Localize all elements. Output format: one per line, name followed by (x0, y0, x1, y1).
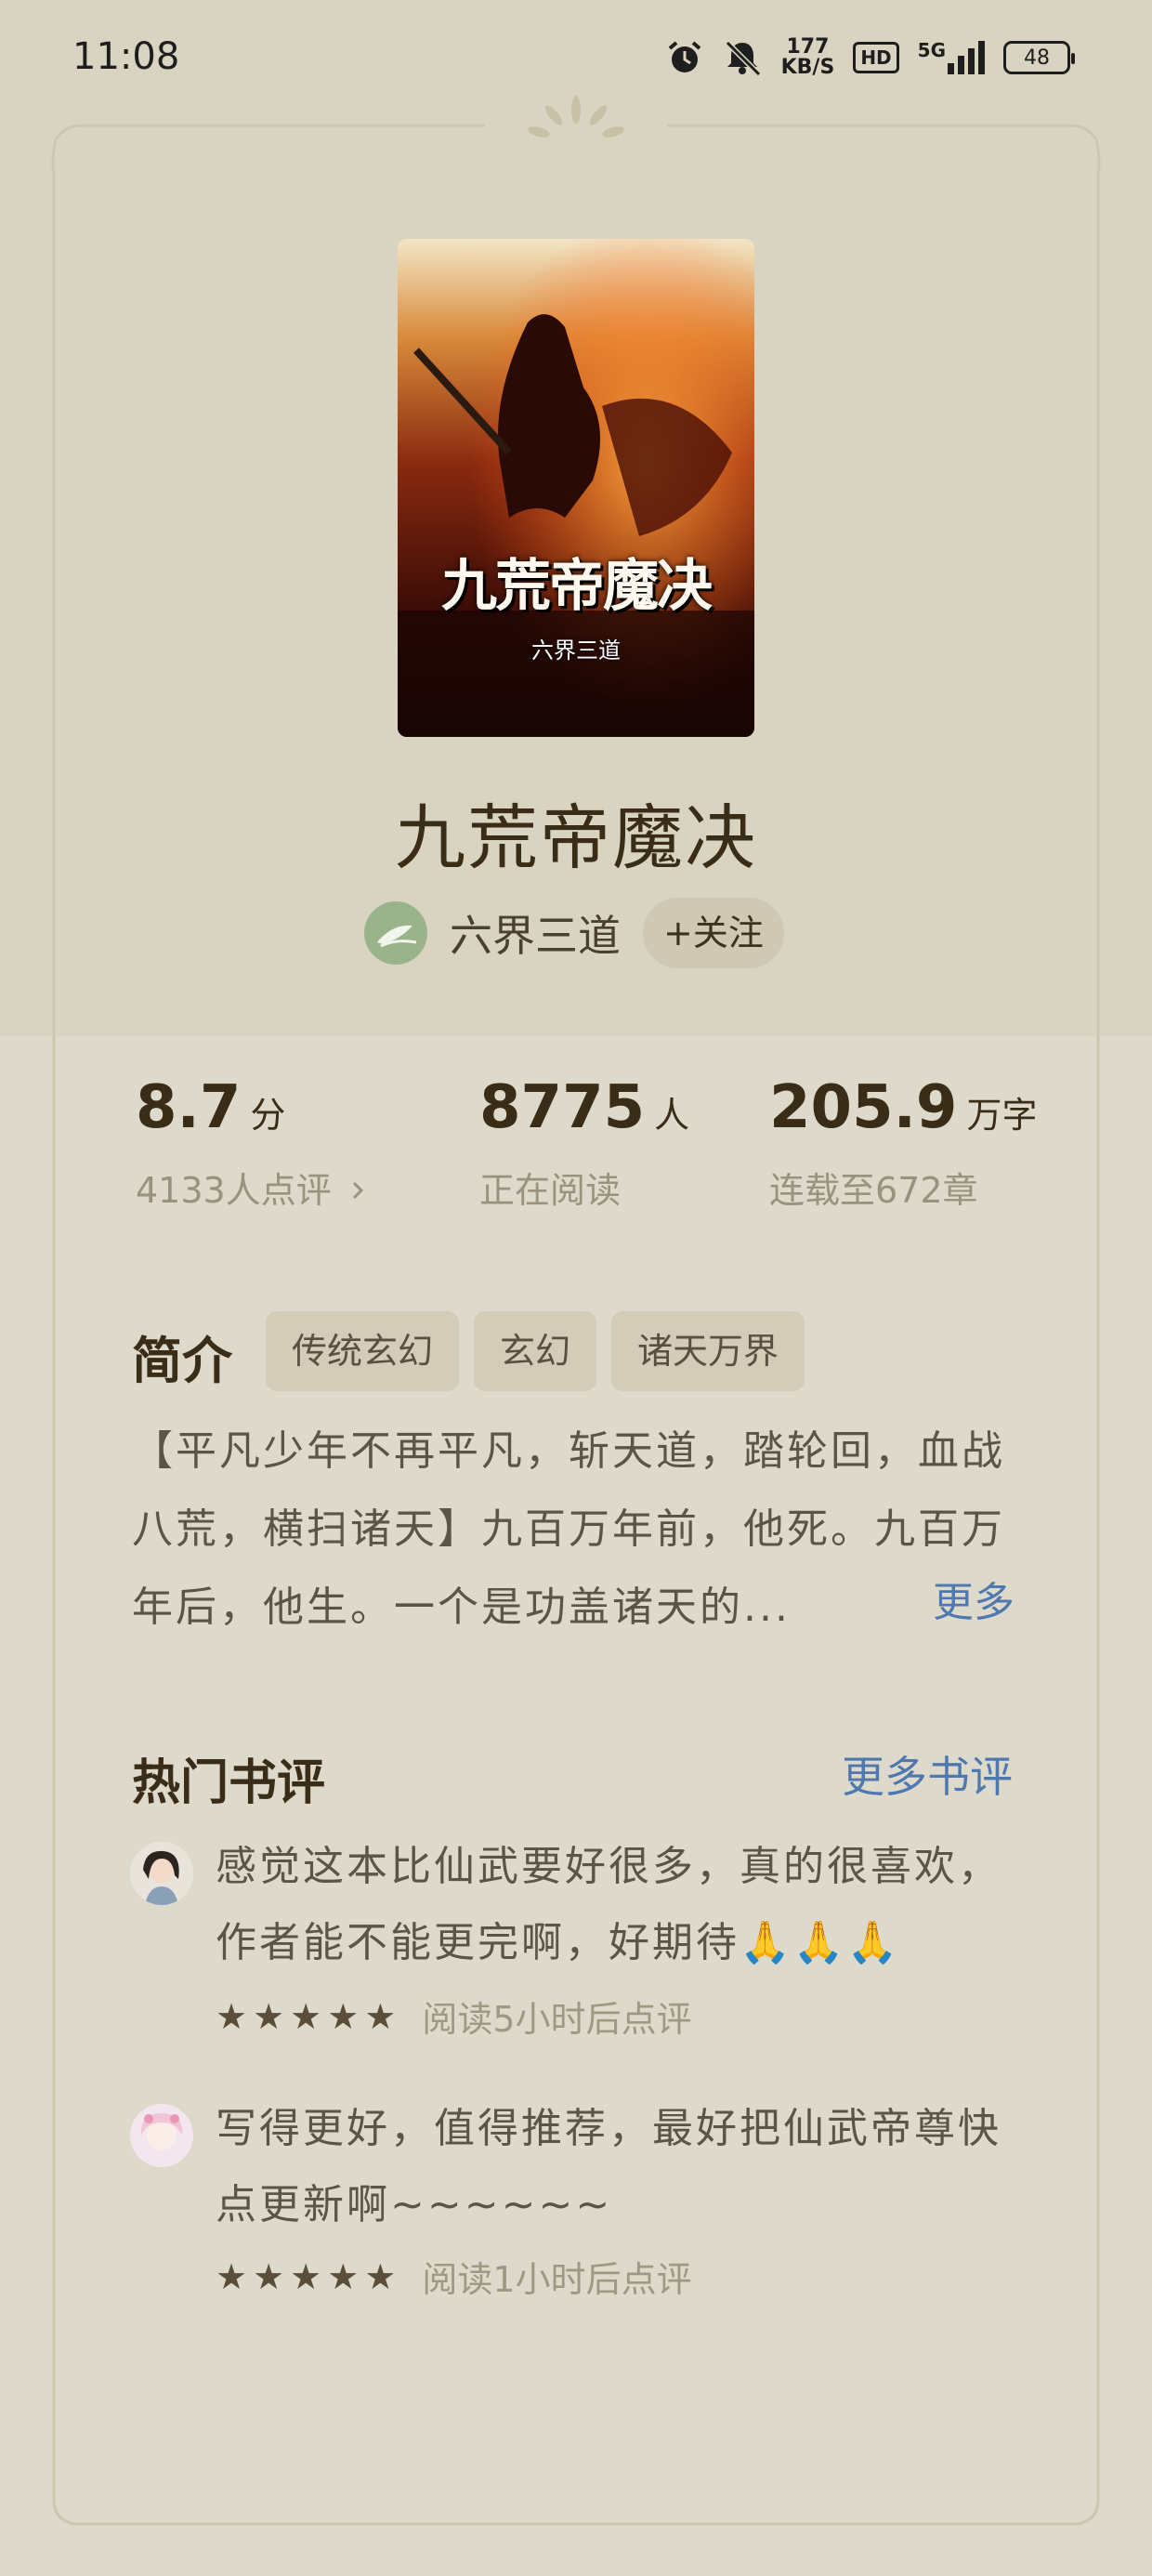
review-time: 阅读1小时后点评 (422, 2259, 692, 2300)
star-icon: ★ (253, 1995, 285, 2037)
cover-author: 六界三道 (531, 637, 621, 664)
star-icon: ★ (327, 1995, 360, 2037)
chevron-right-icon (352, 1181, 363, 1200)
tag-fantasy[interactable]: 玄幻 (474, 1311, 597, 1391)
rating-count-link[interactable]: 4133人点评 (136, 1162, 367, 1213)
review-rating: ★ ★ ★ ★ ★ (216, 2256, 396, 2297)
reviewer-avatar[interactable] (130, 1842, 193, 1905)
intro-more-link[interactable]: 更多 (933, 1569, 1015, 1628)
reviewer-avatar[interactable] (130, 2104, 193, 2167)
star-icon: ★ (216, 1995, 248, 2037)
review-meta: ★ ★ ★ ★ ★ 阅读5小时后点评 (216, 1991, 692, 2042)
star-icon: ★ (290, 2255, 322, 2297)
readers-label: 正在阅读 (479, 1170, 622, 1211)
tag-multiverse[interactable]: 诸天万界 (611, 1311, 805, 1391)
follow-button[interactable]: +关注 (643, 898, 784, 968)
cover-title: 九荒帝魔决 (441, 554, 713, 619)
book-cover[interactable]: 九荒帝魔决 六界三道 (398, 239, 754, 737)
sun-ornament-icon (528, 96, 624, 138)
hot-reviews-title: 热门书评 (132, 1755, 326, 1811)
girl-avatar-icon (130, 1842, 193, 1905)
star-icon: ★ (253, 2255, 285, 2297)
intro-text: 【平凡少年不再平凡，斩天道，踏轮回，血战八荒，横扫诸天】九百万年前，他死。九百万… (132, 1427, 1005, 1631)
star-icon: ★ (364, 2255, 397, 2297)
author-name[interactable]: 六界三道 (450, 902, 621, 964)
book-title: 九荒帝魔决 (395, 796, 757, 879)
review-rating: ★ ★ ★ ★ ★ (216, 1996, 396, 2037)
leaf-avatar-icon (364, 901, 427, 965)
genre-tags: 传统玄幻 玄幻 诸天万界 (266, 1311, 805, 1391)
review-text: 写得更好，值得推荐，最好把仙武帝尊快点更新啊~~~~~~ (216, 2105, 1001, 2228)
star-icon: ★ (216, 2255, 248, 2297)
author-avatar[interactable] (364, 901, 427, 965)
anime-avatar-icon (130, 2104, 193, 2167)
score-stat: 8.7 分 (136, 1073, 286, 1142)
intro-label: 简介 (132, 1332, 232, 1390)
more-reviews-link[interactable]: 更多书评 (842, 1743, 1013, 1805)
star-icon: ★ (327, 2255, 360, 2297)
chapters-label: 连载至672章 (769, 1170, 978, 1211)
tag-traditional-fantasy[interactable]: 传统玄幻 (266, 1311, 460, 1391)
review-meta: ★ ★ ★ ★ ★ 阅读1小时后点评 (216, 2251, 692, 2302)
author-row: 六界三道 +关注 (364, 898, 784, 968)
star-icon: ★ (364, 1995, 397, 2037)
readers-stat: 8775 人 (479, 1073, 690, 1142)
words-stat: 205.9 万字 (769, 1073, 1038, 1142)
review-time: 阅读5小时后点评 (422, 1999, 692, 2040)
star-icon: ★ (290, 1995, 322, 2037)
review-text: 感觉这本比仙武要好很多，真的很喜欢，作者能不能更完啊，好期待🙏🙏🙏 (216, 1843, 1001, 1966)
